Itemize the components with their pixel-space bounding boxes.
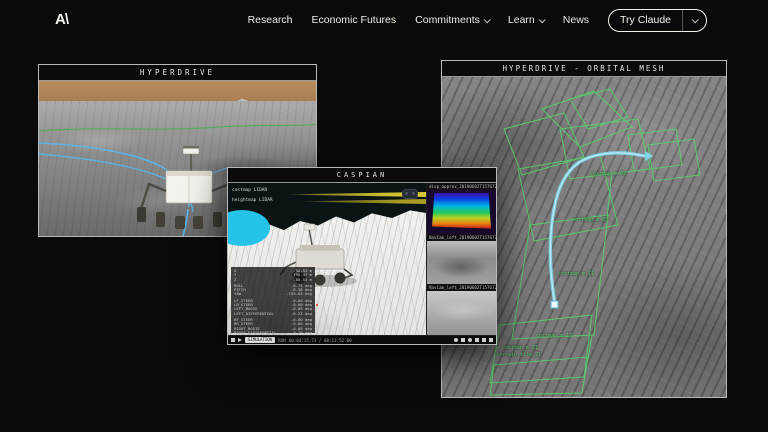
chevron-down-icon (683, 18, 706, 23)
grid-icon[interactable] (475, 338, 479, 342)
statusbar-tools (454, 338, 493, 342)
timecode: 00:04:15.73 / 00:13:52.00 (289, 338, 352, 343)
nav-commitments[interactable]: Commitments (415, 14, 489, 26)
caspian-3d-view[interactable]: costmap LIDAR heightmap LIDAR (228, 183, 426, 335)
caspian-panel: CASPIAN costmap LIDAR heightmap LIDAR (227, 167, 497, 345)
chevron-down-icon (538, 16, 545, 23)
caspian-panel-title: CASPIAN (228, 168, 496, 183)
orbital-panel-title: HYPERDRIVE - ORBITAL MESH (442, 61, 726, 77)
nav-research[interactable]: Research (248, 14, 293, 26)
try-claude-button[interactable]: Try Claude (608, 9, 707, 32)
navcam-rectified-thumbnail[interactable] (427, 291, 496, 335)
hyperdrive-panel-title: HYPERDRIVE (39, 65, 316, 81)
thumbnail-caption: NavCam_left_20190602T157672-1.png (427, 234, 496, 241)
mesh-label: costmap_m_17 (536, 333, 572, 339)
mesh-label: costmap_m_05 (572, 217, 608, 223)
play-icon[interactable] (238, 338, 242, 342)
nav-news[interactable]: News (563, 14, 589, 26)
navcam-thumbnail[interactable] (427, 241, 496, 285)
rover-model (137, 146, 241, 229)
settings-icon[interactable] (468, 338, 472, 342)
disparity-map-thumbnail[interactable] (427, 190, 496, 234)
record-icon[interactable] (454, 338, 458, 342)
site-header: A\ Research Economic Futures Commitments… (0, 0, 768, 40)
waypoint-marker (316, 304, 318, 306)
anthropic-logo[interactable]: A\ (55, 11, 68, 28)
thumbnail-caption: disp_approx_20190602T157672-1.png (427, 183, 496, 190)
simulation-tag: SIMULATION (245, 337, 275, 343)
green-route-line (39, 124, 316, 131)
mesh-label: terrain_tile_21 (496, 352, 541, 358)
thumbnail-caption: NavCam_left_20190602T157672-1_rectified.… (427, 284, 496, 291)
stop-icon[interactable] (231, 338, 235, 342)
mesh-label: costmap_m_21 (502, 345, 538, 351)
playback-statusbar: SIMULATION RUN 00:04:15.73 / 00:13:52.00 (228, 335, 496, 344)
camera-icon[interactable] (461, 338, 465, 342)
layers-icon[interactable] (482, 338, 486, 342)
run-label: RUN (278, 338, 286, 343)
mesh-label: costmap_m_11 (558, 271, 594, 277)
telemetry-readout: X-92.53 m Y-190.47 m Z-80.53 m ROLL-0.75… (231, 267, 315, 333)
fullscreen-icon[interactable] (489, 338, 493, 342)
nav-learn[interactable]: Learn (508, 14, 544, 26)
mesh-label: costmap_m_02 (590, 171, 626, 177)
rover-position-marker (551, 301, 558, 308)
nav-economic-futures[interactable]: Economic Futures (312, 14, 397, 26)
chevron-down-icon (484, 16, 491, 23)
camera-thumbnail-sidebar: disp_approx_20190602T157672-1.png NavCam… (426, 183, 496, 335)
main-nav: Research Economic Futures Commitments Le… (248, 0, 707, 40)
